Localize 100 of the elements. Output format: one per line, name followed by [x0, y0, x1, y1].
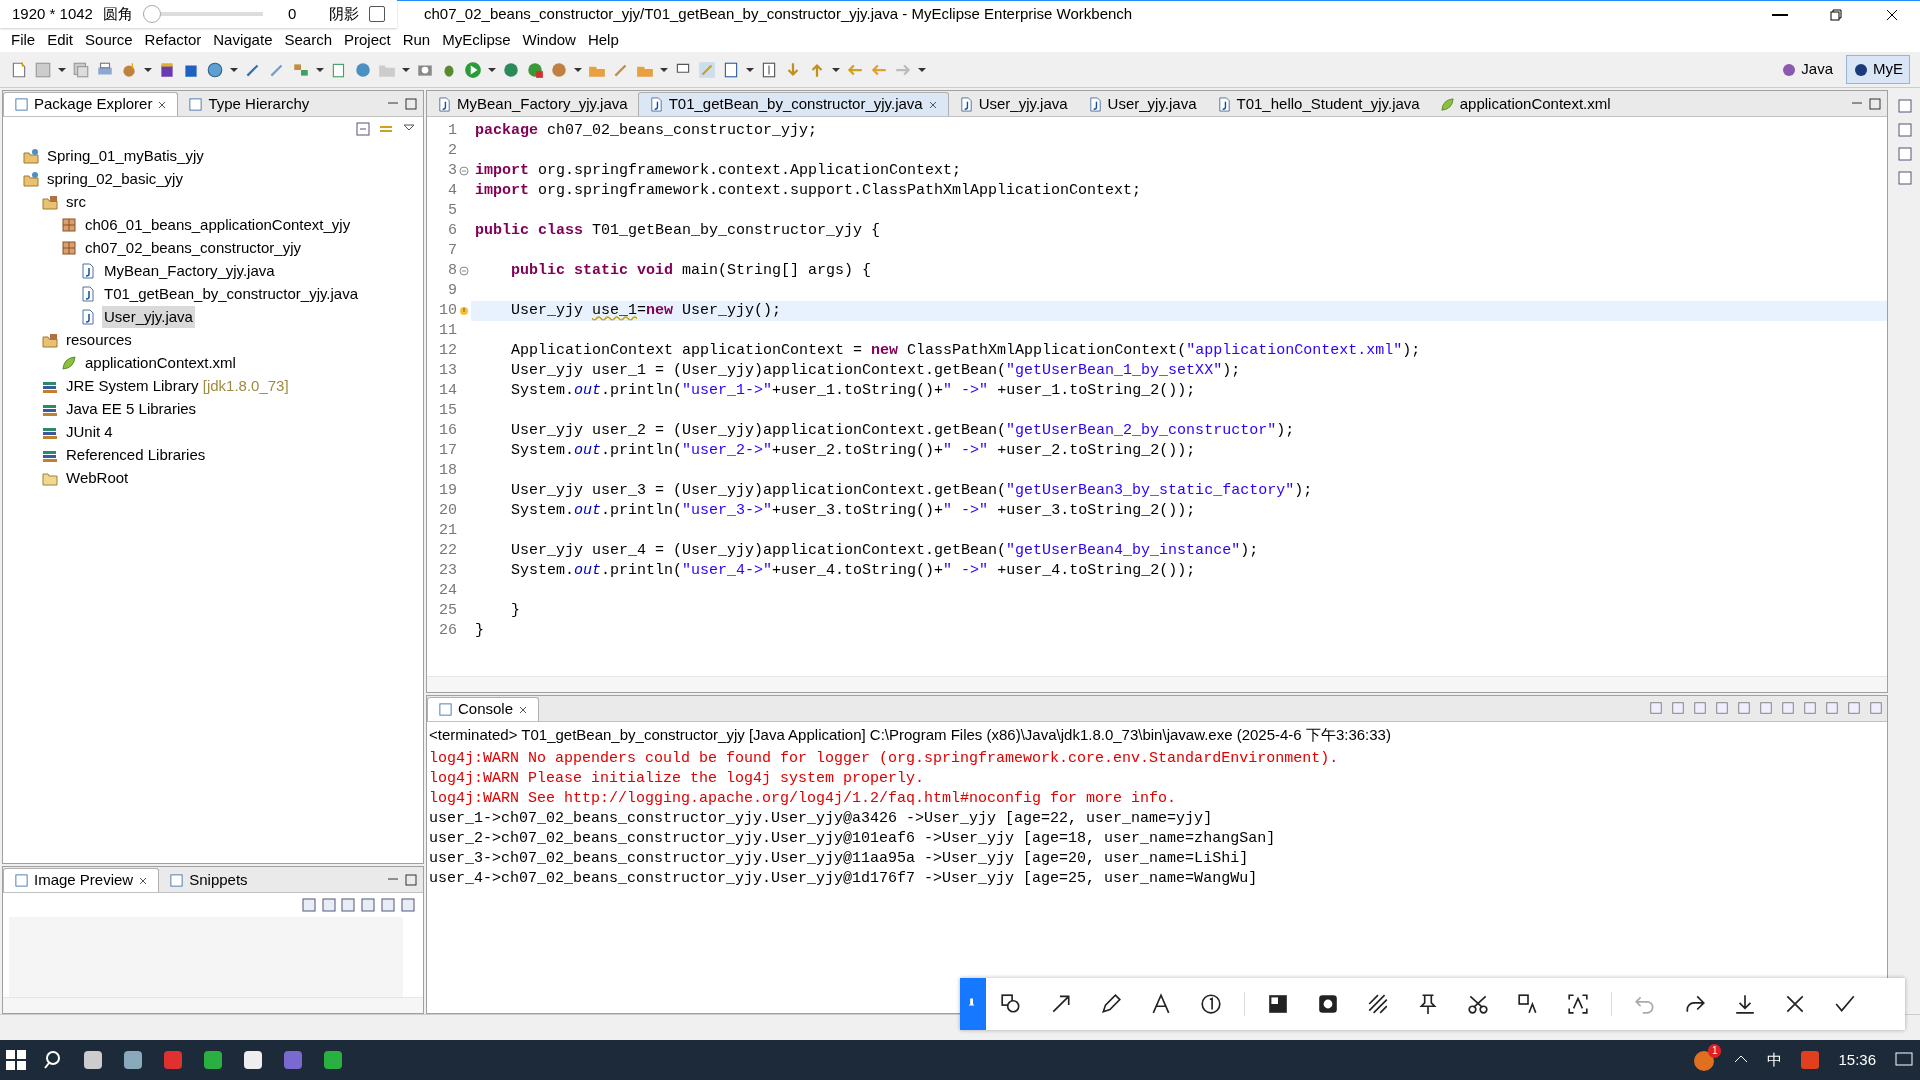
- line-number: 26: [438, 620, 457, 641]
- menu-item[interactable]: Search: [279, 28, 337, 52]
- tree-item[interactable]: resources: [64, 328, 134, 352]
- caret-icon[interactable]: [918, 67, 926, 72]
- tree-item[interactable]: ch07_02_beans_constructor_yjy: [83, 236, 303, 260]
- leaf-icon: [61, 355, 77, 371]
- menu-item[interactable]: Help: [582, 28, 624, 52]
- caret-icon[interactable]: [832, 67, 840, 72]
- line-number: 4: [447, 180, 457, 201]
- tab[interactable]: User_yjy.java: [948, 92, 1078, 116]
- perspective-icon: [1853, 61, 1869, 78]
- caret-icon[interactable]: [144, 67, 152, 72]
- slider-thumb[interactable]: [142, 5, 161, 23]
- caret-icon[interactable]: [230, 67, 238, 72]
- view-icon: [169, 872, 185, 888]
- tab[interactable]: applicationContext.xml: [1429, 92, 1621, 116]
- tab[interactable]: Package Explorer: [3, 92, 179, 116]
- ime-indicator[interactable]: 中: [1767, 1048, 1783, 1072]
- download-icon: [1734, 993, 1756, 1015]
- highlighter-icon[interactable]: [698, 60, 716, 79]
- tab[interactable]: Type Hierarchy: [178, 92, 320, 116]
- tree-item[interactable]: ch06_01_beans_applicationContext_yjy: [83, 213, 353, 237]
- perspective-button[interactable]: MyE: [1846, 55, 1910, 84]
- windows-start-icon[interactable]: [6, 1050, 26, 1070]
- tab[interactable]: MyBean_Factory_yjy.java: [427, 92, 638, 116]
- horizontal-scrollbar[interactable]: [3, 997, 423, 1013]
- fold-icon[interactable]: [459, 166, 469, 176]
- tree-item[interactable]: Spring_01_myBatis_yjy: [45, 144, 206, 168]
- close-icon[interactable]: [927, 99, 938, 110]
- line-number: 13: [438, 360, 457, 381]
- line-number: 7: [447, 240, 457, 261]
- tree-item[interactable]: WebRoot: [64, 466, 131, 490]
- tree-item[interactable]: User_yjy.java: [102, 305, 195, 329]
- close-icon[interactable]: [518, 704, 529, 715]
- caret-icon[interactable]: [58, 67, 66, 72]
- cube-icon[interactable]: [158, 60, 176, 79]
- numbered-circle-icon: [1200, 993, 1222, 1015]
- tree-item[interactable]: JUnit 4: [64, 420, 115, 444]
- menu-item[interactable]: Refactor: [139, 28, 207, 52]
- java-file-icon: [958, 96, 974, 112]
- tree-item[interactable]: spring_02_basic_yjy: [45, 167, 185, 191]
- caret-icon[interactable]: [660, 67, 668, 72]
- console-line: user_3->ch07_02_beans_constructor_yjy.User_yjy@11aa95a ->User_yjy [age=20, user_name=LiShi]: [429, 848, 1250, 869]
- caret-icon[interactable]: [574, 67, 582, 72]
- close-icon[interactable]: [138, 875, 149, 886]
- menu-item[interactable]: Navigate: [208, 28, 278, 52]
- caret-icon[interactable]: [316, 67, 324, 72]
- tab[interactable]: Snippets: [159, 868, 258, 892]
- collapse-all-icon[interactable]: [354, 120, 371, 137]
- menu-item[interactable]: Run: [397, 28, 436, 52]
- close-icon[interactable]: [157, 99, 168, 110]
- hatch-icon: [1367, 993, 1389, 1015]
- save-all-icon[interactable]: [72, 60, 90, 79]
- scissors-icon: [1467, 993, 1489, 1015]
- menu-item[interactable]: File: [6, 28, 41, 52]
- package-folder-icon: [42, 332, 58, 348]
- tree-item[interactable]: applicationContext.xml: [83, 351, 238, 375]
- tree-item[interactable]: MyBean_Factory_yjy.java: [102, 259, 277, 283]
- shadow-checkbox[interactable]: [368, 6, 385, 22]
- block-icon[interactable]: [722, 60, 740, 79]
- tree-item[interactable]: JRE System Library [jdk1.8.0_73]: [64, 374, 291, 398]
- caret-icon[interactable]: [746, 67, 754, 72]
- code-line: User_yjy user_3 = (User_yjy)applicationContext.getBean("getUserBean3_by_static_factory");: [510, 481, 1314, 501]
- caret-icon[interactable]: [488, 67, 496, 72]
- tree-item[interactable]: src: [64, 190, 88, 214]
- app-icon[interactable]: [162, 1049, 184, 1071]
- new-file-icon[interactable]: [10, 60, 28, 79]
- tab[interactable]: T01_hello_Student_yjy.java: [1206, 92, 1430, 116]
- fold-icon[interactable]: [459, 266, 469, 276]
- save-icon[interactable]: [34, 60, 52, 79]
- translate-icon: [1517, 993, 1539, 1015]
- menu-item[interactable]: Source: [80, 28, 138, 52]
- run-icon[interactable]: [464, 60, 482, 79]
- clock[interactable]: 15:36: [1838, 1048, 1876, 1072]
- line-number: 2: [447, 140, 457, 161]
- menu-item[interactable]: MyEclipse: [437, 28, 516, 52]
- tree-item[interactable]: T01_getBean_by_constructor_yjy.java: [102, 282, 361, 306]
- mosaic-icon: [1267, 993, 1289, 1015]
- console-line: log4j:WARN No appenders could be found for logger (org.springframework.core.env.StandardEnvironment).: [429, 748, 1340, 769]
- tab[interactable]: Console: [427, 697, 540, 721]
- tab[interactable]: Image Preview: [3, 868, 160, 892]
- code-line: public class T01_getBean_by_constructor_yjy {: [474, 221, 882, 241]
- code-line: }: [474, 621, 485, 641]
- horizontal-scrollbar[interactable]: [427, 676, 1887, 692]
- line-number: 8: [447, 260, 457, 281]
- notification-badge: 1: [1707, 1044, 1722, 1059]
- tab[interactable]: T01_getBean_by_constructor_yjy.java: [637, 92, 949, 116]
- paragraph-icon[interactable]: [760, 60, 778, 79]
- app-icon[interactable]: [122, 1049, 144, 1071]
- project-folder-icon: [23, 148, 39, 164]
- menu-item[interactable]: Project: [339, 28, 396, 52]
- menu-item[interactable]: Edit: [42, 28, 79, 52]
- tab[interactable]: User_yjy.java: [1077, 92, 1207, 116]
- tree-item[interactable]: Referenced Libraries: [64, 443, 208, 467]
- perspective-button[interactable]: Java: [1774, 55, 1840, 84]
- tree-item[interactable]: Java EE 5 Libraries: [64, 397, 199, 421]
- caret-icon[interactable]: [402, 67, 410, 72]
- menu-item[interactable]: Window: [517, 28, 581, 52]
- run-icon[interactable]: [526, 60, 544, 79]
- run-icon[interactable]: [502, 60, 520, 79]
